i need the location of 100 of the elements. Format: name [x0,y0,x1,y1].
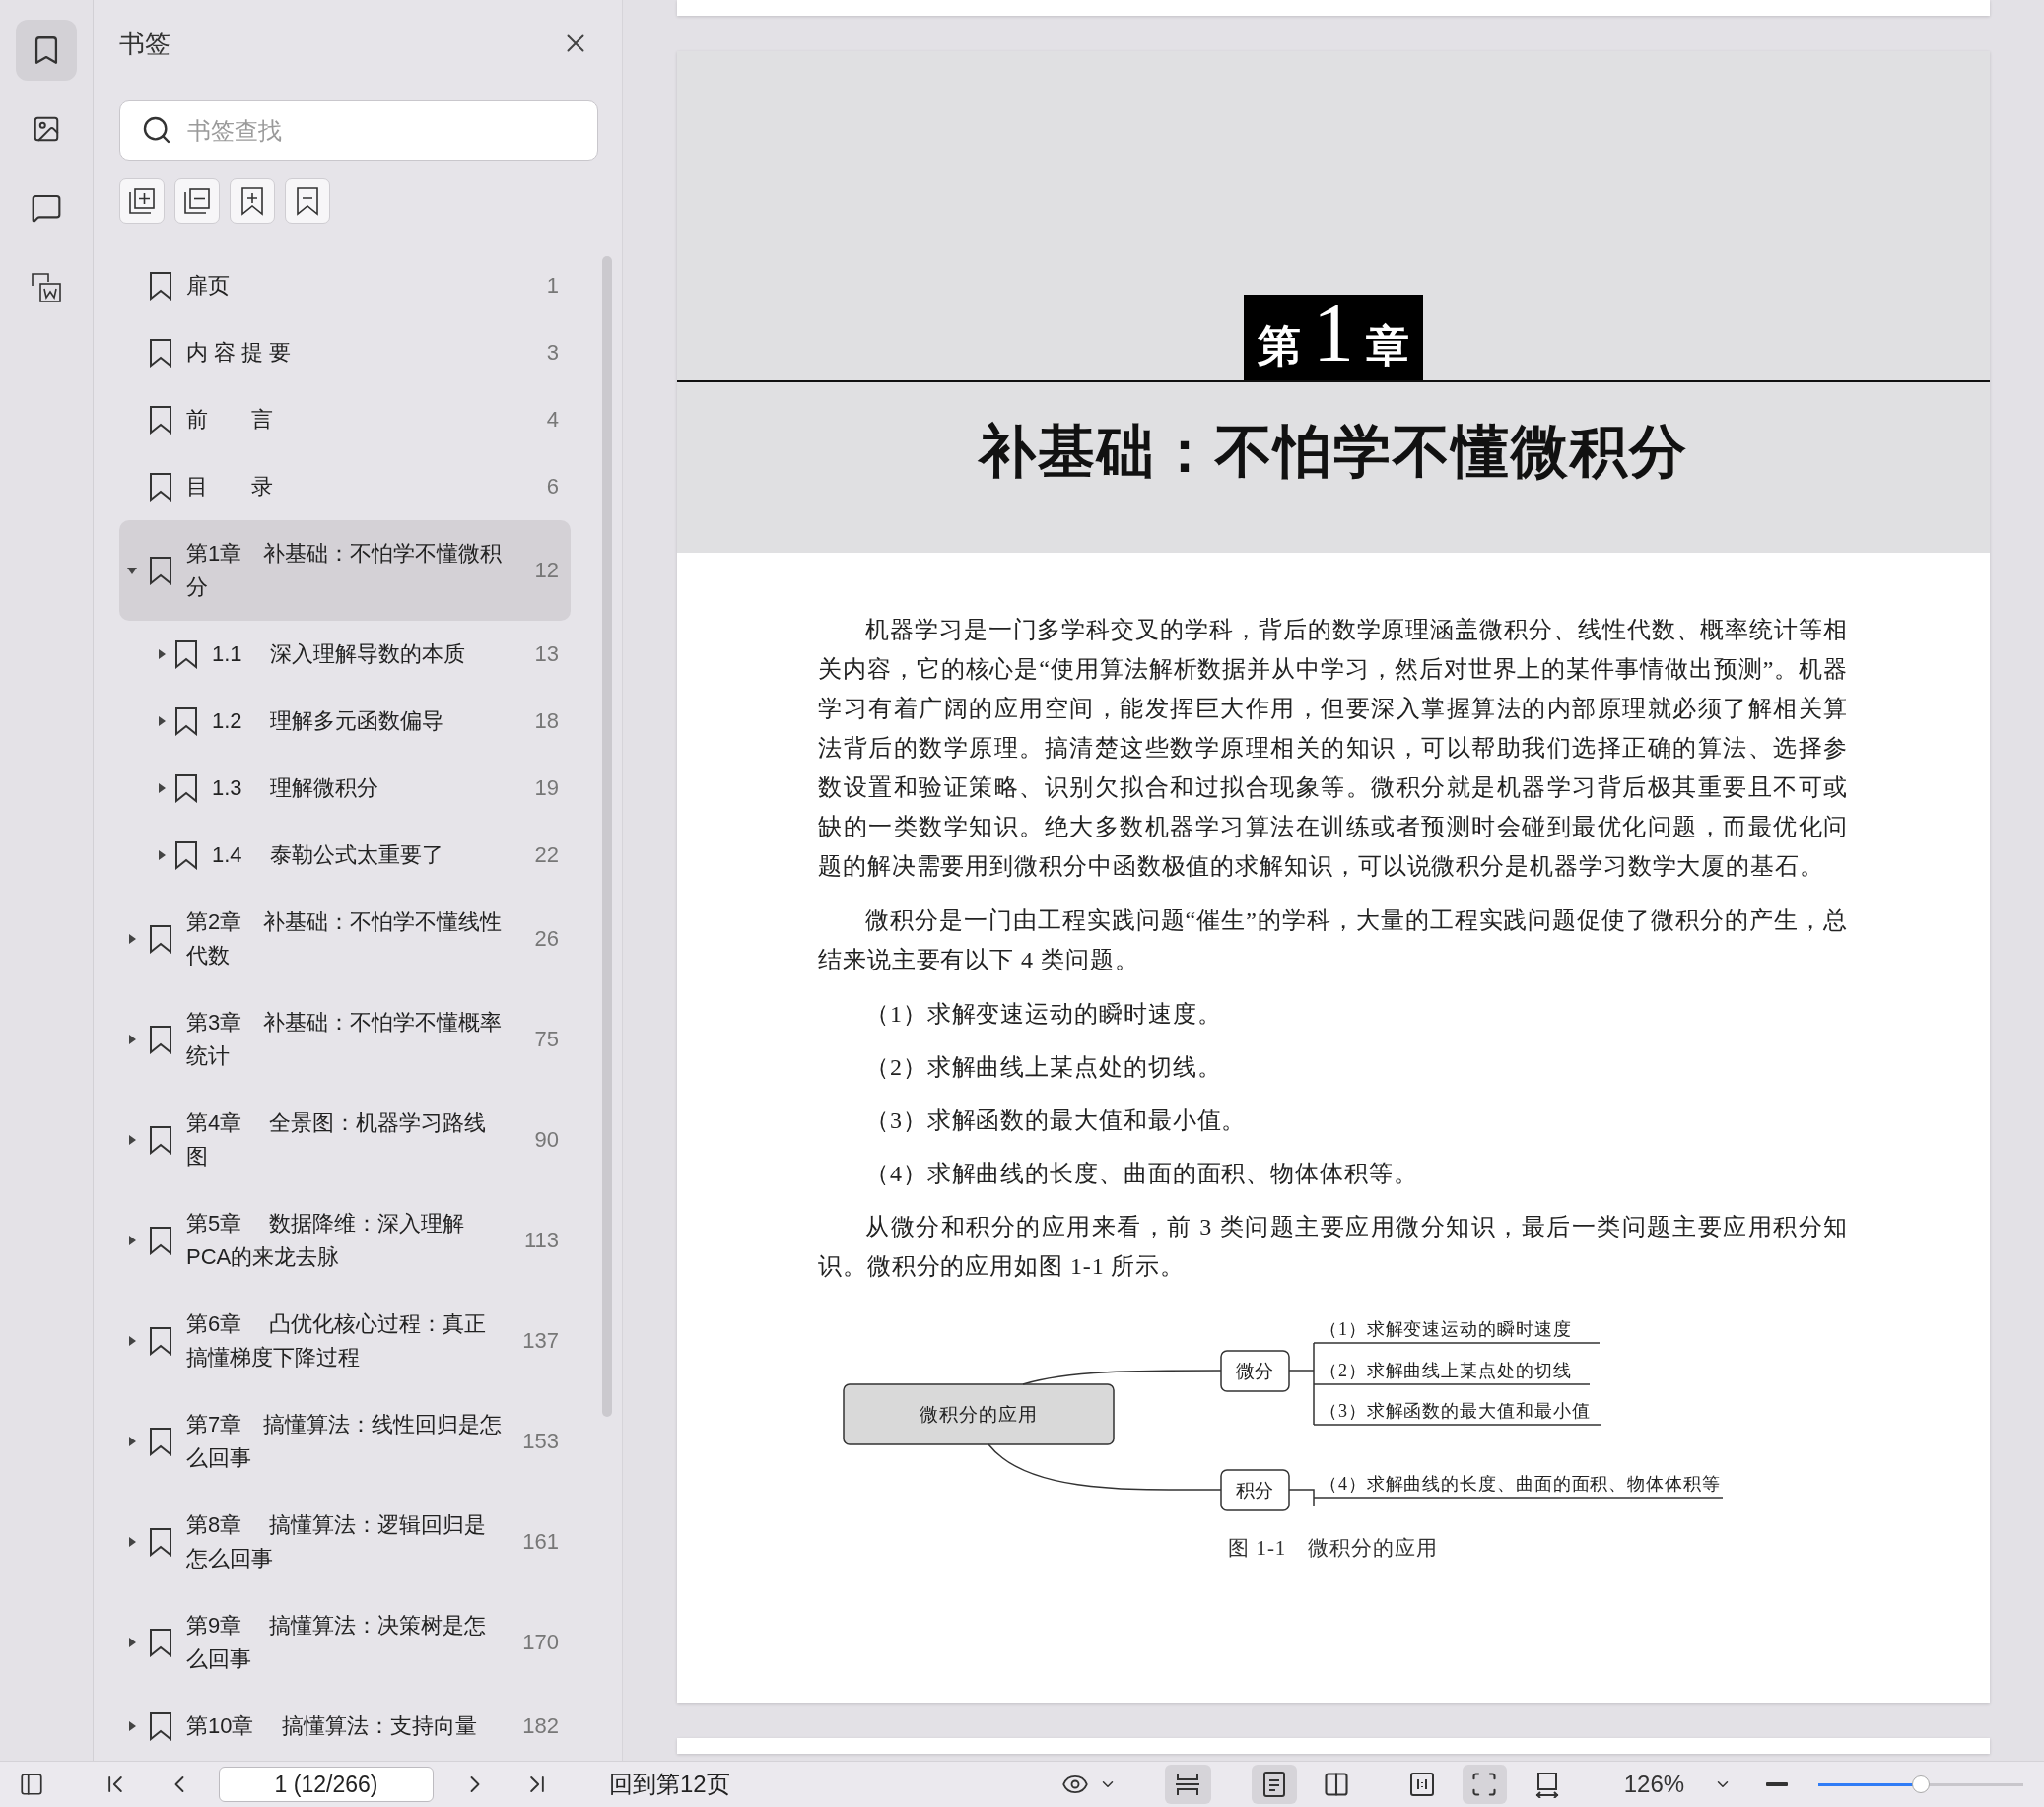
page-number: 161 [522,1529,559,1555]
bookmark-title: 第1章 补基础：不怕学不懂微积分 [186,540,504,601]
actual-size-icon [1408,1772,1435,1797]
search-field[interactable]: 书签查找 [119,100,598,161]
zoom-level: 126% [1623,1771,1686,1798]
two-page-icon [1322,1771,1350,1798]
comment-icon [31,192,62,224]
bookmark-plus-icon [239,186,265,216]
bookmark-item[interactable]: 第2章 补基础：不怕学不懂线性代数 26 [119,889,571,989]
continuous-scroll-icon [1174,1771,1202,1798]
bookmark-item[interactable]: 第10章 搞懂算法：支持向量 182 [119,1693,571,1760]
bookmark-title: 第5章 数据降维：深入理解PCA的来龙去脉 [186,1210,466,1271]
bookmark-item[interactable]: 1.2 理解多元函数偏导 18 [119,688,571,755]
bookmark-icon [149,1527,172,1557]
bookmark-icon [149,1025,172,1054]
bookmark-title: 第6章 凸优化核心过程：真正搞懂梯度下降过程 [186,1310,488,1372]
sidebar-icon [19,1772,44,1797]
view-button[interactable] [1462,1765,1507,1804]
bookmark-item[interactable]: 1.1 深入理解导数的本质 13 [119,621,571,688]
bookmark-title: 第8章 搞懂算法：逻辑回归是怎么回事 [186,1511,488,1573]
page-number: 19 [534,775,559,801]
triangle-icon [126,1436,138,1447]
bookmark-title: 1.1 深入理解导数的本质 [212,640,466,668]
bookmark-item[interactable]: 前 言 4 [119,386,571,453]
page-number: 26 [534,926,559,952]
collapse-all-button[interactable] [174,178,220,224]
document-convert-icon [30,270,63,303]
bookmark-title: 1.2 理解多元函数偏导 [212,707,444,735]
triangle-icon [126,1536,138,1548]
connector-line [1287,1489,1315,1506]
bookmark-title: 第4章 全景图：机器学习路线图 [186,1109,488,1171]
bookmark-icon [149,1628,172,1657]
triangle-icon [126,1720,138,1732]
body-paragraph: 机器学习是一门多学科交叉的学科，背后的数学原理涵盖微积分、线性代数、概率统计等相关内容，它的核心是“使用算法解析数据并从中学习，然后对世界上的某件事情做出预测”。机器学习有着广阔的应用空间，能发挥巨大作用，但要深入掌握算法的内部原理就必须了解相关算法背后的数学原理。搞清楚这些数学原理相关的知识，可以帮助我们选择正确的算法、选择参数设置和验证策略、识别欠拟合和过拟合现象等。微积分就是机器学习背后极其重要且不可或缺的一类数学知识。绝大多数机器学习算法在训练或者预测时会碰到最优化问题，而最优化问题的解决需要用到微积分中函数极值的求解知识，可以说微积分是机器学习数学大厦的基石。 [818,616,1848,881]
triangle-icon [126,933,138,945]
bookmark-title: 第7章 搞懂算法：线性回归是怎么回事 [186,1411,504,1472]
panel-title: 书签 [119,27,170,60]
bookmark-icon [149,271,172,301]
bookmark-title: 第9章 搞懂算法：决策树是怎么回事 [186,1612,488,1673]
bookmark-icon [174,773,198,803]
expand-all-button[interactable] [119,178,165,224]
view-button[interactable] [1164,1765,1211,1804]
triangle-icon [126,1637,138,1648]
bookmark-item[interactable]: 第4章 全景图：机器学习路线图 90 [119,1090,571,1190]
page-number: 4 [546,407,559,433]
page-number: 90 [534,1127,559,1153]
bookmark-item[interactable]: 第1章 补基础：不怕学不懂微积分 12 [119,520,571,621]
image-icon [32,114,61,144]
mind-map-node: 微分 [1219,1350,1290,1392]
bookmark-icon [149,924,172,954]
stack-minus-icon [182,186,212,216]
bookmark-item[interactable]: 目 录 6 [119,453,571,520]
back-to-page-link[interactable]: 回到第12页 [609,1769,730,1800]
add-bookmark-button[interactable] [230,178,275,224]
bookmark-item[interactable]: 第3章 补基础：不怕学不懂概率统计 75 [119,989,571,1090]
page-number: 1 [546,273,559,299]
mind-map-node: 微积分的应用 [842,1383,1115,1445]
page-number: 113 [523,1228,559,1253]
bookmark-item[interactable]: 第6章 凸优化核心过程：真正搞懂梯度下降过程 137 [119,1291,571,1391]
bookmark-icon [174,706,198,736]
triangle-icon [156,715,168,727]
fit-page-icon [1470,1771,1499,1798]
bookmark-icon [149,1326,172,1356]
bookmark-item[interactable]: 1.3 理解微积分 19 [119,755,571,822]
triangle-icon [126,1235,138,1246]
mind-map-leaf: （3）求解函数的最大值和最小值 [1312,1401,1602,1426]
bookmark-item[interactable]: 1.4 泰勒公式太重要了 22 [119,822,571,889]
triangle-icon [126,565,138,576]
page-number-field[interactable]: 1 (12/266) [219,1767,434,1802]
bookmark-icon [174,639,198,669]
bookmark-icon [149,405,172,435]
list-item: （3）求解函数的最大值和最小值。 [864,1106,1248,1135]
mind-map-node: 积分 [1219,1469,1290,1511]
remove-bookmark-button[interactable] [285,178,330,224]
bookmark-icon [149,1125,172,1155]
mind-map-leaf: （2）求解曲线上某点处的切线 [1312,1361,1591,1385]
bookmark-item[interactable]: 第8章 搞懂算法：逻辑回归是怎么回事 161 [119,1492,571,1592]
bookmark-minus-icon [295,186,320,216]
body-paragraph: 微积分是一门由工程实践问题“催生”的学科，大量的工程实践问题促使了微积分的产生，总结来说主要有以下 4 类问题。 [818,906,1848,974]
slider-thumb[interactable] [1911,1775,1930,1793]
triangle-icon [126,1134,138,1146]
sidebar-tab[interactable] [16,20,77,81]
list-item: （4）求解曲线的长度、曲面的面积、物体体积等。 [864,1160,1419,1188]
triangle-icon [156,782,168,794]
view-button[interactable] [1251,1765,1297,1804]
bookmark-item[interactable]: 第9章 搞懂算法：决策树是怎么回事 170 [119,1592,571,1693]
scrollbar[interactable] [602,256,612,1417]
page-number: 13 [534,641,559,667]
bookmark-icon [174,840,198,870]
bookmark-title: 目 录 [186,473,274,501]
bookmark-item[interactable]: 内 容 提 要 3 [119,319,571,386]
chapter-number: 1 [1313,292,1354,374]
bookmark-item[interactable]: 第5章 数据降维：深入理解PCA的来龙去脉 113 [119,1190,571,1291]
mind-map-leaf: （4）求解曲线的长度、曲面的面积、物体体积等 [1312,1474,1724,1499]
bookmark-icon [149,472,172,502]
bookmark-icon [149,1226,172,1255]
list-item: （2）求解曲线上某点处的切线。 [864,1053,1223,1082]
bookmark-icon [149,556,172,585]
bookmark-item[interactable]: 扉页 1 [119,252,571,319]
bookmark-title: 第2章 补基础：不怕学不懂线性代数 [186,908,504,970]
